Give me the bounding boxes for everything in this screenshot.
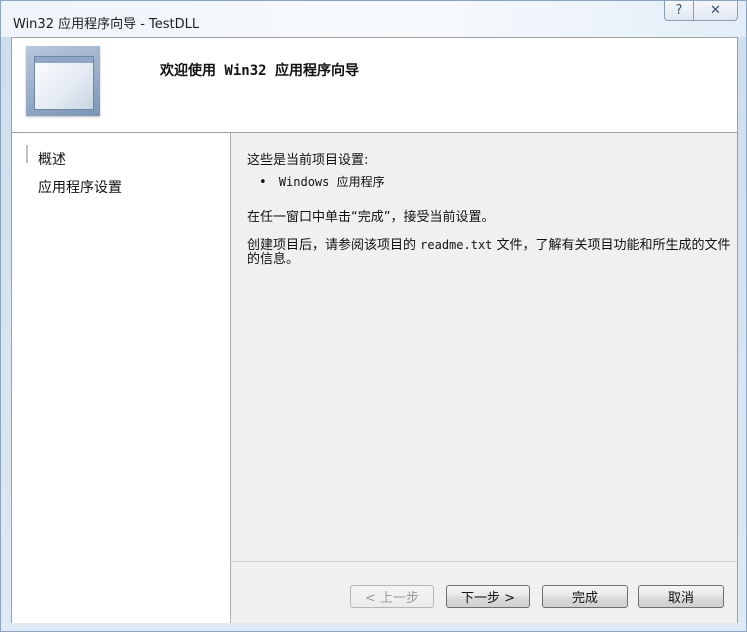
- wizard-window: Win32 应用程序向导 - TestDLL ? ✕ 欢迎使用 Win32 应用…: [0, 0, 747, 632]
- title-bar[interactable]: Win32 应用程序向导 - TestDLL ? ✕: [1, 1, 746, 37]
- close-icon: ✕: [710, 3, 721, 18]
- readme-text-part1: 创建项目后，请参阅该项目的: [247, 238, 421, 253]
- readme-filename: readme.txt: [420, 238, 493, 252]
- wizard-content-pane: 这些是当前项目设置: • Windows 应用程序 在任一窗口中单击“完成”，接…: [231, 133, 737, 623]
- app-type-value: Windows 应用程序: [278, 175, 385, 189]
- finish-instruction: 在任一窗口中单击“完成”，接受当前设置。: [247, 210, 495, 225]
- wizard-window-icon: [26, 46, 100, 116]
- next-button[interactable]: 下一步 >: [446, 585, 530, 608]
- bullet-icon: •: [259, 175, 267, 190]
- page-title: 欢迎使用 Win32 应用程序向导: [160, 63, 360, 79]
- nav-item-app-settings[interactable]: 应用程序设置: [38, 177, 122, 197]
- cancel-button[interactable]: 取消: [638, 585, 724, 608]
- window-preview-titlebar: [35, 57, 93, 63]
- footer-separator: [231, 561, 737, 562]
- window-frame-left: [1, 37, 11, 623]
- window-title: Win32 应用程序向导 - TestDLL: [13, 17, 200, 32]
- dialog-client-area: 欢迎使用 Win32 应用程序向导 概述 应用程序设置 这些是当前项目设置: •…: [11, 37, 738, 623]
- nav-selection-marker: [26, 145, 28, 163]
- window-frame-right: [737, 37, 746, 623]
- caption-buttons: ? ✕: [664, 1, 738, 23]
- help-icon: ?: [675, 3, 683, 18]
- window-preview-graphic: [34, 56, 94, 110]
- back-button[interactable]: < 上一步: [350, 585, 434, 608]
- wizard-header: 欢迎使用 Win32 应用程序向导: [12, 38, 737, 133]
- settings-intro: 这些是当前项目设置:: [247, 153, 369, 168]
- readme-instruction: 创建项目后，请参阅该项目的 readme.txt 文件，了解有关项目功能和所生成…: [247, 238, 733, 267]
- close-button[interactable]: ✕: [694, 1, 738, 21]
- nav-item-overview[interactable]: 概述: [38, 149, 66, 169]
- help-button[interactable]: ?: [664, 1, 694, 21]
- finish-button[interactable]: 完成: [542, 585, 628, 608]
- settings-bullet: • Windows 应用程序: [259, 173, 385, 190]
- wizard-nav-pane: 概述 应用程序设置: [12, 133, 230, 623]
